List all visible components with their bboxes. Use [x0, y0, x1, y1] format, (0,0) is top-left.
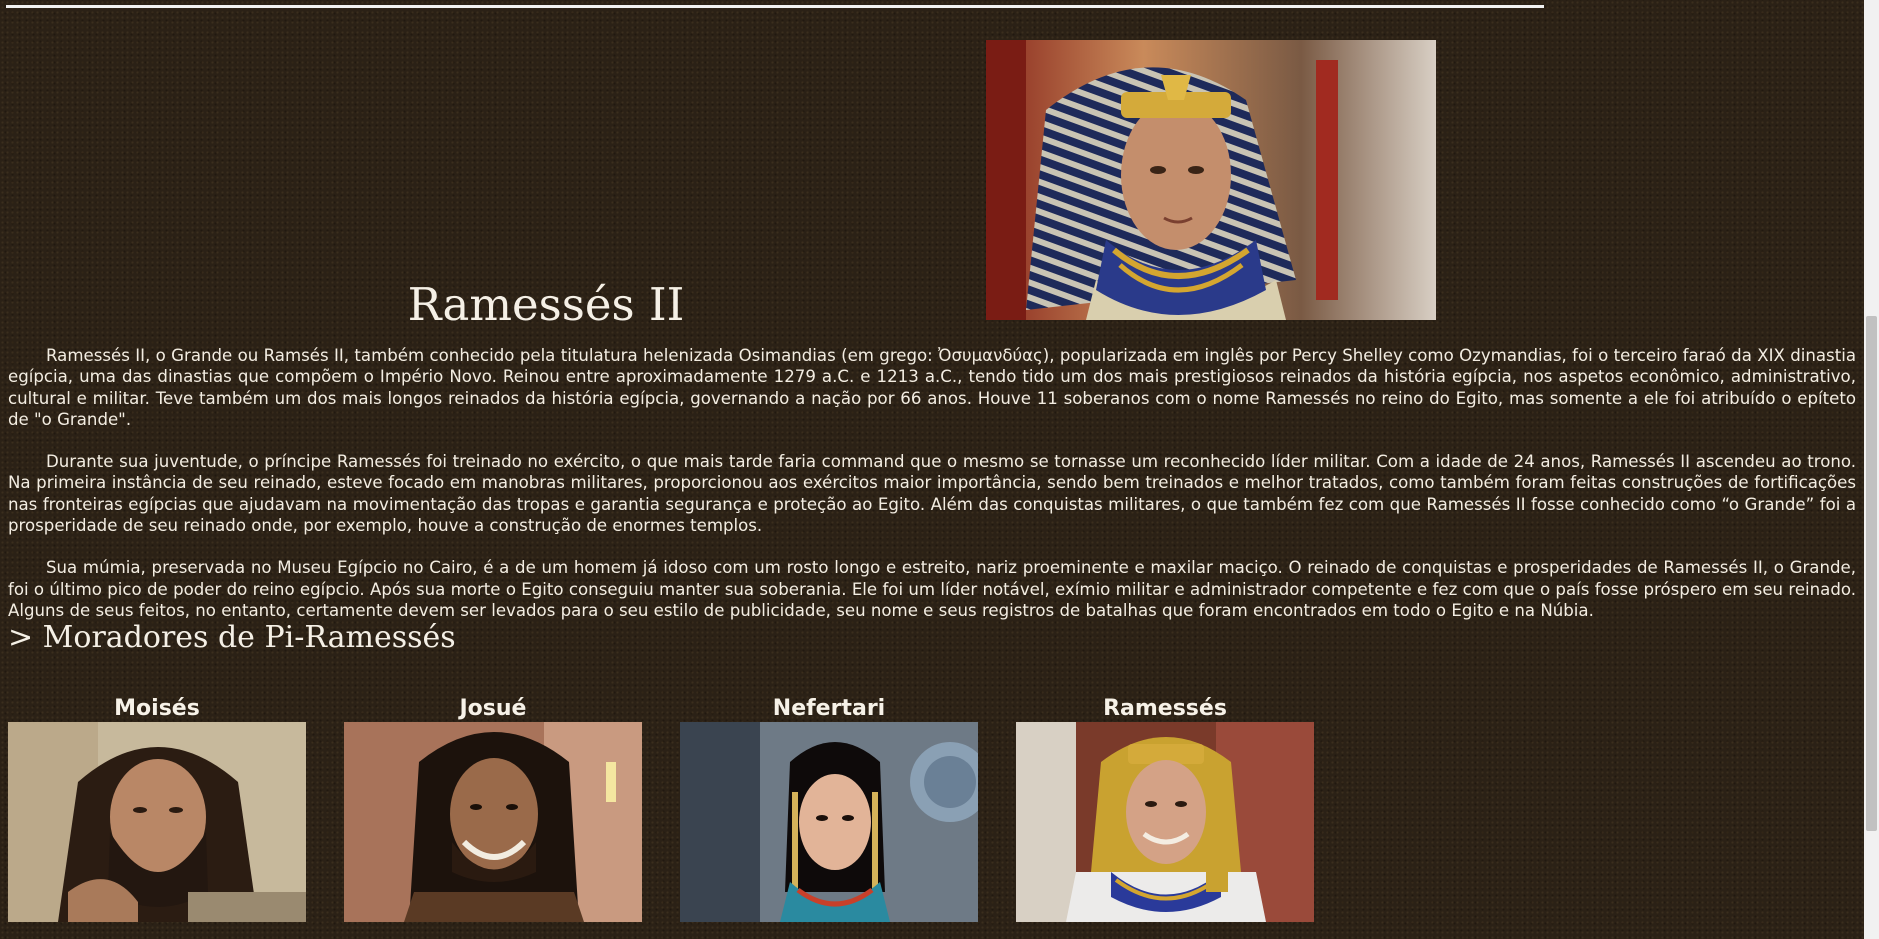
resident-card-nefertari[interactable]: Nefertari [680, 696, 978, 922]
resident-photo-ramesses[interactable] [1016, 722, 1314, 922]
resident-name: Moisés [114, 696, 200, 721]
resident-card-ramesses[interactable]: Ramessés [1016, 696, 1314, 922]
article-paragraph: Sua múmia, preservada no Museu Egípcio n… [8, 558, 1856, 620]
resident-photo-moises[interactable] [8, 722, 306, 922]
resident-photo-josue[interactable] [344, 722, 642, 922]
ramesses-hero-photo [986, 40, 1436, 320]
article-paragraph: Durante sua juventude, o príncipe Ramess… [8, 452, 1856, 536]
resident-name: Ramessés [1103, 696, 1227, 721]
page-scrollbar-thumb[interactable] [1866, 316, 1877, 831]
top-divider [6, 5, 1544, 8]
resident-name: Nefertari [772, 696, 886, 721]
article-body: Ramessés II, o Grande ou Ramsés II, tamb… [8, 345, 1856, 642]
residents-section-heading: > Moradores de Pi-Ramessés [8, 620, 456, 655]
resident-photo-nefertari[interactable] [680, 722, 978, 922]
resident-card-moises[interactable]: Moisés [8, 696, 306, 922]
resident-card-josue[interactable]: Josué [344, 696, 642, 922]
resident-name: Josué [459, 696, 527, 721]
article-paragraph: Ramessés II, o Grande ou Ramsés II, tamb… [8, 346, 1856, 429]
page-title: Ramessés II [407, 278, 685, 331]
